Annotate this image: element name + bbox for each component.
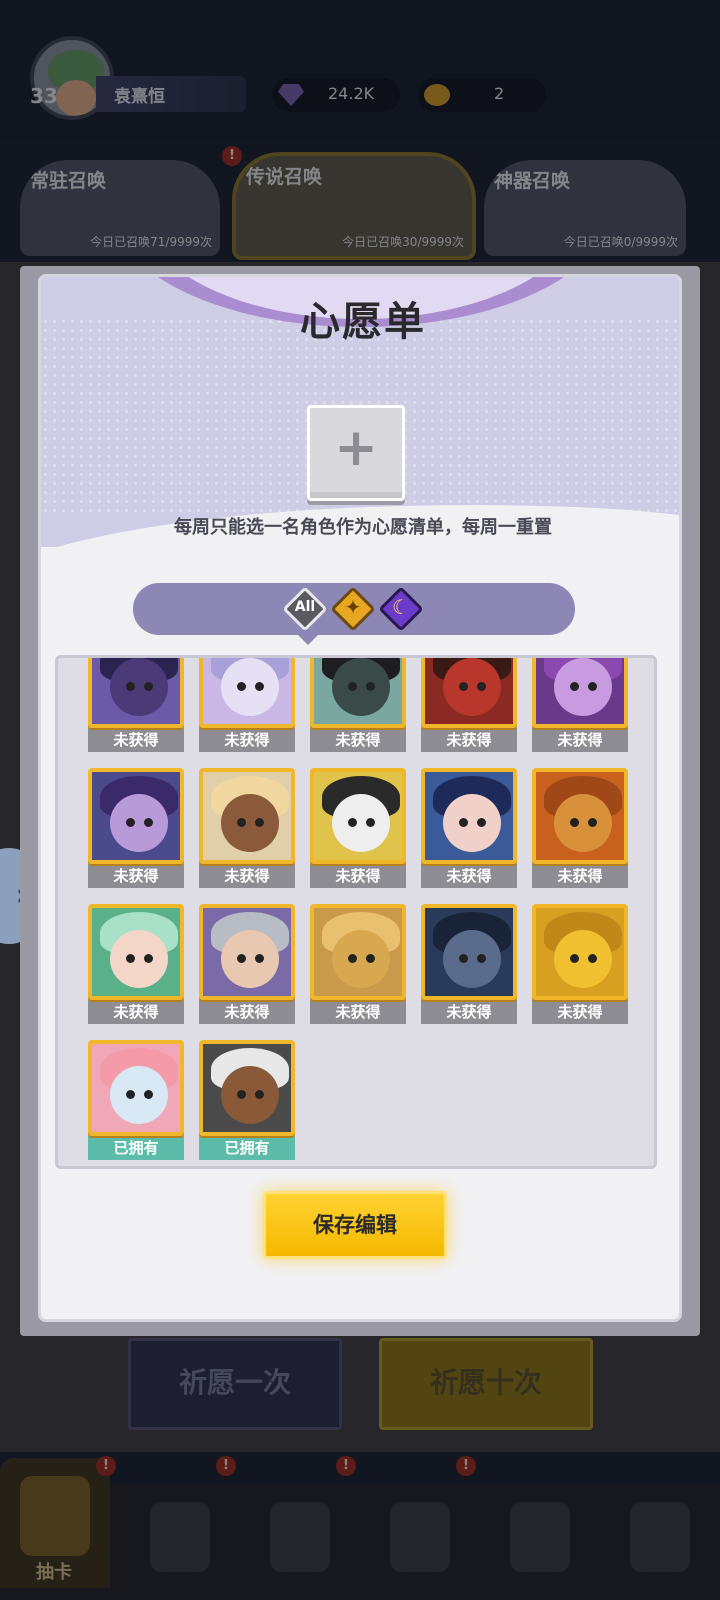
hero-card[interactable]: 未获得 bbox=[532, 904, 628, 1024]
hero-card[interactable]: 未获得 bbox=[199, 768, 295, 888]
hero-portrait bbox=[532, 904, 628, 1000]
moon-icon: ☾ bbox=[392, 595, 410, 619]
hero-status-label: 未获得 bbox=[199, 1000, 295, 1024]
hero-card[interactable]: 未获得 bbox=[310, 904, 406, 1024]
hero-portrait bbox=[310, 904, 406, 1000]
plus-icon: + bbox=[334, 418, 378, 478]
hero-status-label: 未获得 bbox=[421, 1000, 517, 1024]
hero-card[interactable]: 未获得 bbox=[421, 658, 517, 752]
hero-portrait bbox=[199, 1040, 295, 1136]
hero-portrait bbox=[88, 904, 184, 1000]
hero-status-label: 未获得 bbox=[421, 728, 517, 752]
hero-portrait bbox=[421, 658, 517, 728]
hero-status-label: 已拥有 bbox=[88, 1136, 184, 1160]
wishlist-title: 心愿单 bbox=[300, 299, 426, 345]
hero-card[interactable]: 未获得 bbox=[421, 904, 517, 1024]
filter-legendary-button[interactable]: ✦ bbox=[330, 586, 376, 632]
hero-card[interactable]: 未获得 bbox=[310, 768, 406, 888]
hero-status-label: 未获得 bbox=[88, 728, 184, 752]
wishlist-description: 每周只能选一名角色作为心愿清单，每周一重置 bbox=[174, 517, 552, 538]
hero-card[interactable]: 未获得 bbox=[532, 768, 628, 888]
hero-status-label: 未获得 bbox=[310, 728, 406, 752]
hero-status-label: 未获得 bbox=[421, 864, 517, 888]
hero-portrait bbox=[88, 768, 184, 864]
hero-status-label: 未获得 bbox=[199, 864, 295, 888]
hero-card[interactable]: 未获得 bbox=[199, 904, 295, 1024]
hero-status-label: 未获得 bbox=[310, 864, 406, 888]
hero-card[interactable]: 已拥有 bbox=[199, 1040, 295, 1160]
hero-status-label: 未获得 bbox=[310, 1000, 406, 1024]
hero-portrait bbox=[532, 658, 628, 728]
wishlist-modal: 心愿单 + 每周只能选一名角色作为心愿清单，每周一重置 All ✦ ☾ 未获得未… bbox=[38, 274, 682, 1322]
hero-card[interactable]: 未获得 bbox=[310, 658, 406, 752]
hero-portrait bbox=[421, 904, 517, 1000]
hero-status-label: 未获得 bbox=[199, 728, 295, 752]
hero-status-label: 未获得 bbox=[532, 1000, 628, 1024]
filter-epic-button[interactable]: ☾ bbox=[378, 586, 424, 632]
hero-portrait bbox=[532, 768, 628, 864]
hero-status-label: 未获得 bbox=[532, 864, 628, 888]
filter-all-button[interactable]: All bbox=[282, 586, 328, 632]
hero-card[interactable]: 未获得 bbox=[199, 658, 295, 752]
hero-portrait bbox=[88, 658, 184, 728]
hero-portrait bbox=[199, 904, 295, 1000]
filter-all-label: All bbox=[294, 599, 316, 615]
hero-portrait bbox=[88, 1040, 184, 1136]
hero-card[interactable]: 未获得 bbox=[421, 768, 517, 888]
hero-card[interactable]: 未获得 bbox=[532, 658, 628, 752]
hero-portrait bbox=[310, 658, 406, 728]
hero-card[interactable]: 未获得 bbox=[88, 658, 184, 752]
wishlist-add-slot[interactable]: + bbox=[307, 405, 405, 501]
hero-portrait bbox=[310, 768, 406, 864]
hero-portrait bbox=[421, 768, 517, 864]
hero-portrait bbox=[199, 658, 295, 728]
save-edit-button[interactable]: 保存编辑 bbox=[263, 1191, 447, 1259]
hero-card[interactable]: 未获得 bbox=[88, 768, 184, 888]
save-edit-label: 保存编辑 bbox=[313, 1213, 397, 1237]
hero-status-label: 未获得 bbox=[532, 728, 628, 752]
hero-portrait bbox=[199, 768, 295, 864]
hero-grid[interactable]: 未获得 未获得 未获得 未获得 未获得 未获得 未获得 未获得 未获得 未获得 未获得 未获得 未获得未… bbox=[55, 655, 657, 1169]
hero-card[interactable]: 未获得 bbox=[88, 904, 184, 1024]
rarity-filter-bar: All ✦ ☾ bbox=[133, 583, 575, 645]
hero-status-label: 已拥有 bbox=[199, 1136, 295, 1160]
hero-card[interactable]: 已拥有 bbox=[88, 1040, 184, 1160]
star-icon: ✦ bbox=[344, 595, 362, 619]
hero-status-label: 未获得 bbox=[88, 1000, 184, 1024]
hero-status-label: 未获得 bbox=[88, 864, 184, 888]
